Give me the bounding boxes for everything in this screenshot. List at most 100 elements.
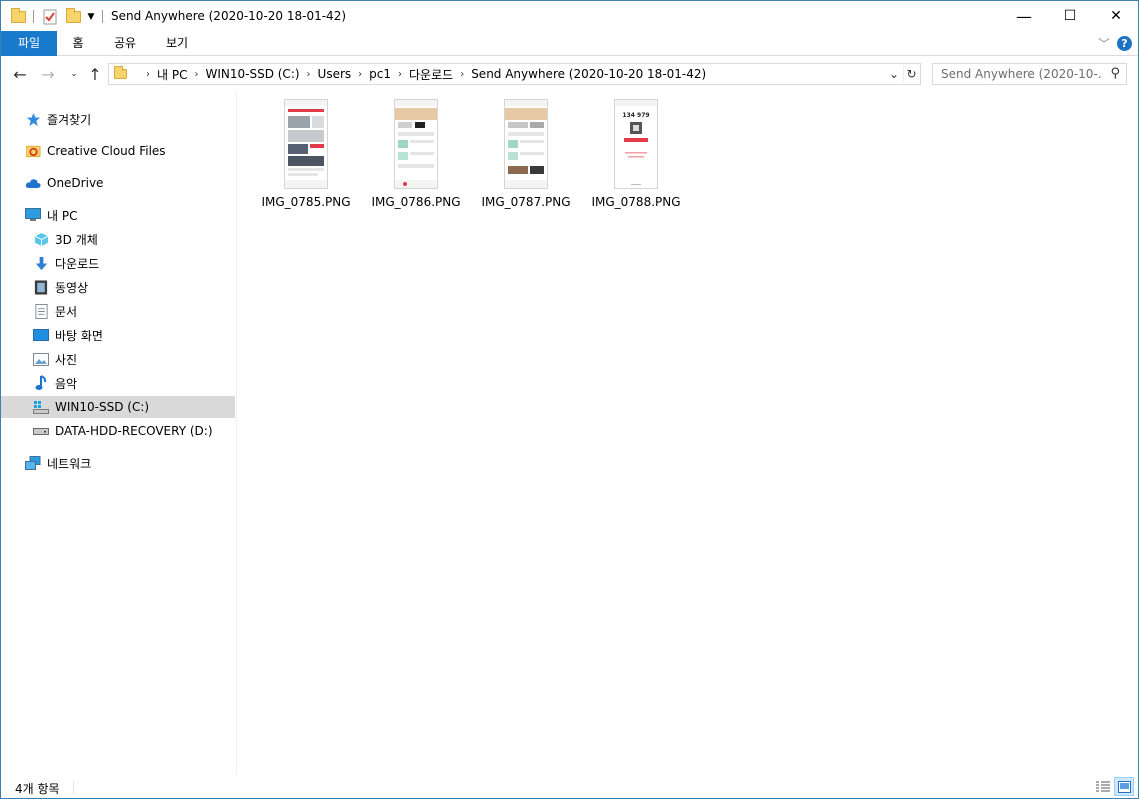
back-arrow-icon[interactable]: ← [10,64,30,84]
chevron-down-icon[interactable]: ⌄ [886,65,902,83]
document-icon [33,303,49,319]
new-folder-icon[interactable] [65,8,81,26]
cloud-icon [25,175,41,191]
nav-item-creative-cloud[interactable]: Creative Cloud Files [1,140,235,162]
expand-ribbon-icon[interactable]: ﹀ [1098,35,1110,52]
navigation-bar: ← → ⌄ ↑ › 내 PC › WIN10-SSD (C:) › Users … [1,57,1138,91]
file-item[interactable]: IMG_0785.PNG [254,99,358,215]
crumb-pc1[interactable]: pc1 [369,67,391,81]
file-name: IMG_0788.PNG [591,195,681,209]
maximize-button[interactable]: ☐ [1047,1,1093,31]
star-icon [25,111,41,127]
crumb-current-folder[interactable]: Send Anywhere (2020-10-20 18-01-42) [471,67,706,81]
nav-item-quick-access[interactable]: 즐겨찾기 [1,108,235,130]
film-icon [33,279,49,295]
nav-item-label: 다운로드 [55,256,100,271]
crumb-downloads[interactable]: 다운로드 [409,66,453,83]
forward-arrow-icon[interactable]: → [38,64,58,84]
nav-item-label: 네트워크 [47,456,92,471]
nav-item-label: OneDrive [47,176,104,190]
address-bar[interactable]: › 내 PC › WIN10-SSD (C:) › Users › pc1 › … [108,63,921,85]
nav-item-downloads[interactable]: 다운로드 [1,252,235,274]
chevron-right-icon[interactable]: › [460,69,464,80]
download-arrow-icon [33,255,49,271]
image-thumbnail [504,99,548,189]
chevron-right-icon[interactable]: › [358,69,362,80]
search-icon[interactable]: ⚲ [1110,66,1120,81]
title-bar: ▼ Send Anywhere (2020-10-20 18-01-42) — … [1,1,1138,31]
nav-item-label: 바탕 화면 [55,328,103,343]
image-thumbnail [284,99,328,189]
nav-item-3d-objects[interactable]: 3D 개체 [1,228,235,250]
ribbon: 파일 홈 공유 보기 ﹀ ? [1,31,1138,56]
music-note-icon [33,375,49,391]
drive-icon [33,423,49,439]
nav-item-label: 동영상 [55,280,89,295]
minimize-button[interactable]: — [1001,1,1047,31]
help-icon[interactable]: ? [1117,36,1132,51]
thumbnail-code: 134 979 [622,112,649,119]
nav-item-onedrive[interactable]: OneDrive [1,172,235,194]
file-item[interactable]: IMG_0786.PNG [364,99,468,215]
nav-item-label: 사진 [55,352,78,367]
divider [33,10,34,23]
folder-icon [114,66,127,79]
tab-home[interactable]: 홈 [57,31,99,56]
chevron-right-icon[interactable]: › [194,69,198,80]
file-name: IMG_0786.PNG [371,195,461,209]
file-item[interactable]: 134 979 IMG_0788.PNG [584,99,688,215]
nav-item-music[interactable]: 음악 [1,372,235,394]
details-view-icon[interactable] [1093,777,1113,796]
nav-item-pictures[interactable]: 사진 [1,348,235,370]
customize-toolbar-icon[interactable]: ▼ [85,8,97,26]
chevron-right-icon[interactable]: › [398,69,402,80]
cube-icon [33,231,49,247]
status-bar: 4개 항목 [1,775,1138,798]
close-button[interactable]: ✕ [1093,1,1139,31]
picture-icon [33,351,49,367]
file-item[interactable]: IMG_0787.PNG [474,99,578,215]
file-name: IMG_0785.PNG [261,195,351,209]
navigation-pane: 즐겨찾기 Creative Cloud Files OneDrive 내 PC … [1,91,237,775]
search-input[interactable] [933,64,1103,84]
nav-item-drive-d[interactable]: DATA-HDD-RECOVERY (D:) [1,420,235,442]
divider [73,781,74,794]
large-icons-view-icon[interactable] [1114,777,1134,796]
nav-item-drive-c[interactable]: WIN10-SSD (C:) [1,396,235,418]
nav-item-documents[interactable]: 문서 [1,300,235,322]
refresh-icon[interactable]: ↻ [903,65,919,83]
desktop-icon [33,327,49,343]
folder-icon [10,8,26,26]
network-icon [25,455,41,471]
image-thumbnail [394,99,438,189]
properties-icon[interactable] [41,8,59,26]
nav-item-this-pc[interactable]: 내 PC [1,204,235,226]
nav-item-label: 내 PC [47,208,78,223]
nav-item-label: WIN10-SSD (C:) [55,400,150,414]
drive-icon [33,399,49,415]
nav-item-label: 3D 개체 [55,232,98,247]
recent-locations-icon[interactable]: ⌄ [64,64,84,84]
chevron-right-icon[interactable]: › [307,69,311,80]
nav-item-label: 즐겨찾기 [47,112,92,127]
tab-file[interactable]: 파일 [1,31,57,56]
nav-item-videos[interactable]: 동영상 [1,276,235,298]
tab-view[interactable]: 보기 [153,31,201,56]
computer-icon [25,207,41,223]
nav-item-network[interactable]: 네트워크 [1,452,235,474]
window-title: Send Anywhere (2020-10-20 18-01-42) [111,9,347,23]
nav-item-label: 음악 [55,376,78,391]
search-box[interactable]: ⚲ [932,63,1127,85]
crumb-this-pc[interactable]: 내 PC [157,66,187,83]
item-count: 4개 항목 [15,782,60,796]
tab-share[interactable]: 공유 [101,31,149,56]
file-name: IMG_0787.PNG [481,195,571,209]
nav-item-label: 문서 [55,304,78,319]
file-list: IMG_0785.PNG IMG_0786.PNG IMG_0787.PNG 1… [238,91,1138,775]
nav-item-label: Creative Cloud Files [47,144,166,158]
nav-item-desktop[interactable]: 바탕 화면 [1,324,235,346]
crumb-users[interactable]: Users [318,67,352,81]
up-arrow-icon[interactable]: ↑ [85,64,105,84]
explorer-window: ▼ Send Anywhere (2020-10-20 18-01-42) — … [0,0,1139,799]
crumb-drive-c[interactable]: WIN10-SSD (C:) [205,67,299,81]
